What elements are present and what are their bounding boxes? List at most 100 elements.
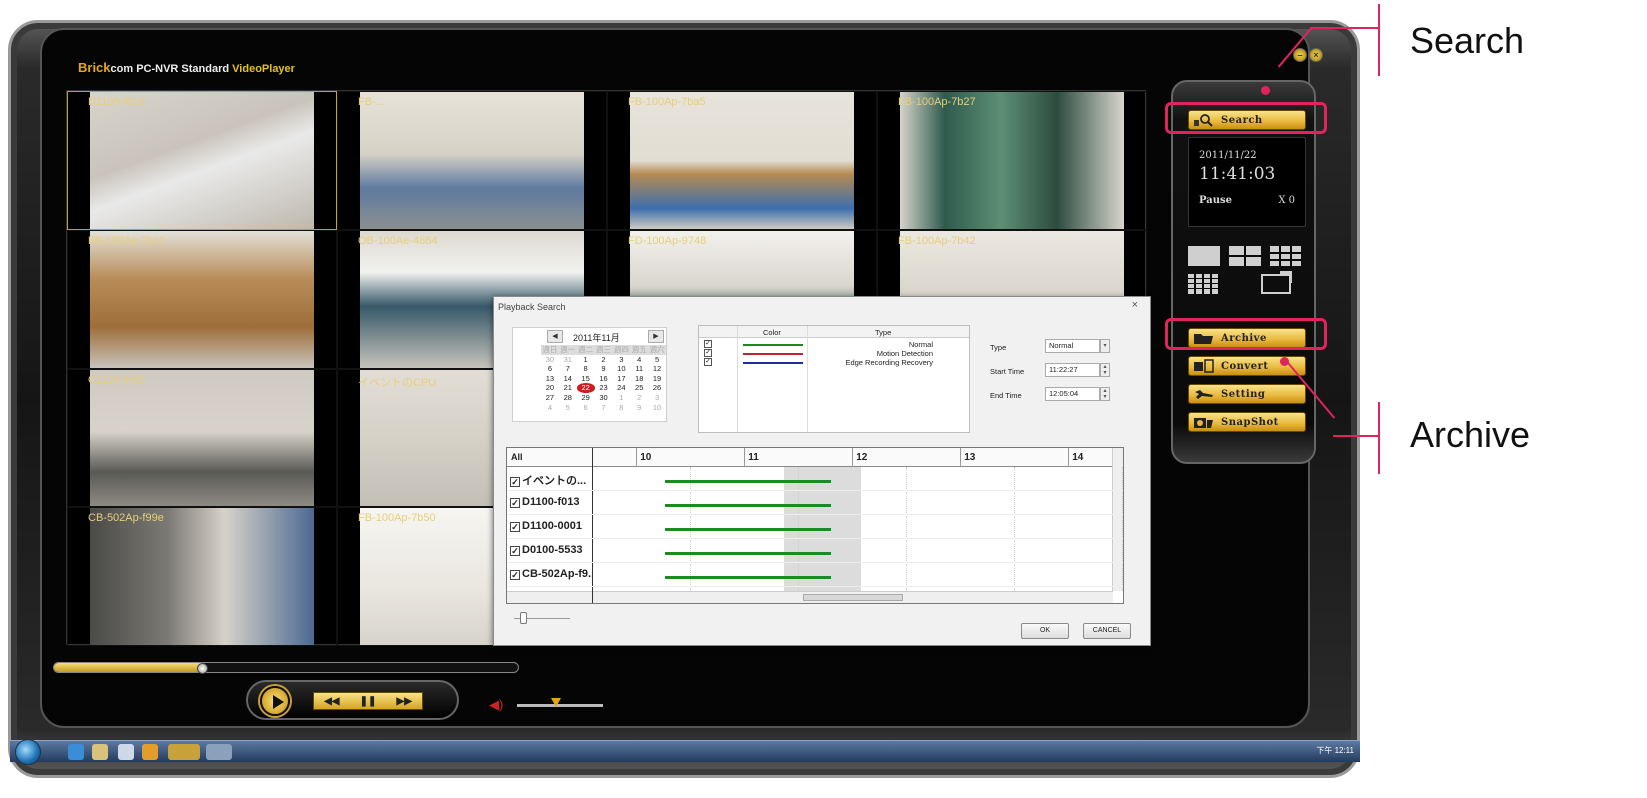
recording-segment[interactable] [665,576,831,579]
camera-tile[interactable]: FB-100Ap-7b27 [877,91,1147,230]
setting-button[interactable]: Setting [1188,384,1306,404]
timeline-camera-name[interactable]: ✓ D1100-f013 [510,496,592,508]
calendar-day[interactable]: 3 [612,355,630,365]
recording-segment[interactable] [665,504,831,507]
recording-segment[interactable] [665,528,831,531]
camera-tile[interactable]: C1100-4fd5 [67,368,337,508]
calendar-day[interactable]: 16 [595,374,613,384]
volume-mute-icon[interactable]: ◀) [489,697,503,713]
close-button[interactable]: × [1309,48,1323,62]
calendar-day[interactable]: 30 [595,393,613,403]
snapshot-button[interactable]: SnapShot [1188,412,1306,432]
fast-forward-button[interactable]: ▶▶ [397,696,412,707]
calendar-day[interactable]: 30 [541,355,559,365]
calendar-day[interactable]: 13 [541,374,559,384]
calendar-day[interactable]: 15 [577,374,595,384]
calendar-day[interactable]: 1 [577,355,595,365]
next-month-button[interactable]: ▶ [648,330,664,343]
end-time-field[interactable]: 12:05:04 [1045,387,1100,401]
explorer-icon[interactable] [92,744,108,760]
timeline-all-label[interactable]: All [511,452,523,462]
timeline-name-scrollbar[interactable] [507,591,592,603]
videoplayer-task-icon[interactable] [168,744,200,760]
start-time-spinner-icon[interactable]: ▴ ▾ [1100,363,1110,377]
minimize-button[interactable]: – [1293,48,1307,62]
calendar-day[interactable]: 14 [559,374,577,384]
calendar-day[interactable]: 10 [648,403,666,413]
playback-progress-bar[interactable] [53,662,519,673]
calendar-day[interactable]: 28 [559,393,577,403]
calendar-day[interactable]: 8 [577,364,595,374]
ok-button[interactable]: OK [1021,623,1069,639]
layout-2x2-icon[interactable] [1229,246,1261,266]
calendar-day[interactable]: 5 [648,355,666,365]
calendar-day[interactable]: 29 [577,393,595,403]
calendar-day[interactable]: 25 [630,383,648,393]
camera-tile[interactable]: D1100-f013 [67,91,337,230]
timeline-camera-name[interactable]: ✓ D0100-5533 [510,544,592,556]
prev-month-button[interactable]: ◀ [547,330,563,343]
camera-tile[interactable]: FB-100Ap-7ba5 [607,91,877,230]
calendar-day[interactable]: 5 [559,403,577,413]
calendar-day[interactable]: 9 [595,364,613,374]
calendar-day[interactable]: 23 [595,383,613,393]
timeline-camera-name[interactable]: ✓ D1100-0001 [510,520,592,532]
zoom-slider-thumb[interactable] [520,612,527,624]
calendar-day[interactable]: 26 [648,383,666,393]
calendar-day[interactable]: 6 [577,403,595,413]
calendar-day[interactable]: 3 [648,393,666,403]
camera-tile[interactable]: FB-100Ap-7bc1 [67,229,337,369]
ie-icon[interactable] [68,744,84,760]
calendar-day[interactable]: 7 [595,403,613,413]
calendar-day[interactable]: 17 [612,374,630,384]
type-checkbox[interactable]: ✓ [704,349,712,357]
calendar-day[interactable]: 20 [541,383,559,393]
camera-checkbox[interactable]: ✓ [510,546,520,556]
layout-3x3-icon[interactable] [1270,246,1302,266]
calendar-day[interactable]: 24 [612,383,630,393]
calendar-day[interactable]: 11 [630,364,648,374]
timeline-horizontal-scrollbar[interactable] [593,591,1113,603]
calendar-day[interactable]: 2 [630,393,648,403]
camera-checkbox[interactable]: ✓ [510,522,520,532]
camera-checkbox[interactable]: ✓ [510,570,520,580]
camera-checkbox[interactable]: ✓ [510,477,520,487]
calendar-day[interactable]: 7 [559,364,577,374]
play-button[interactable] [260,686,290,716]
calendar-day[interactable]: 10 [612,364,630,374]
calendar-day[interactable]: 22 [576,383,595,393]
calendar-day[interactable]: 2 [595,355,613,365]
type-checkbox[interactable]: ✓ [704,358,712,366]
camera-tile[interactable]: CB-502Ap-f99e [67,507,337,646]
camera-checkbox[interactable]: ✓ [510,498,520,508]
calendar-day[interactable]: 9 [630,403,648,413]
calendar-day[interactable]: 4 [541,403,559,413]
app-icon[interactable] [206,744,232,760]
end-time-spinner-icon[interactable]: ▴ ▾ [1100,387,1110,401]
app-icon[interactable] [118,744,134,760]
pause-button[interactable]: ❚❚ [360,696,377,707]
calendar-day[interactable]: 1 [612,393,630,403]
zoom-slider[interactable] [514,612,570,624]
fullscreen-icon[interactable] [1261,271,1292,294]
cancel-button[interactable]: CANCEL [1083,623,1131,639]
layout-4x4-icon[interactable] [1188,274,1220,294]
timeline-camera-name[interactable]: ✓ イベントの... [510,472,592,488]
timeline-scroll-thumb[interactable] [803,594,903,601]
volume-handle[interactable] [550,698,561,707]
calendar-day[interactable]: 8 [612,403,630,413]
type-checkbox[interactable]: ✓ [704,340,712,348]
start-time-field[interactable]: 11:22:27 [1045,363,1100,377]
calendar-day[interactable]: 18 [630,374,648,384]
type-select[interactable]: Normal [1045,339,1100,353]
calendar-day[interactable]: 31 [559,355,577,365]
calendar-day[interactable]: 12 [648,364,666,374]
calendar-day[interactable]: 19 [648,374,666,384]
start-button[interactable] [15,739,41,765]
recording-segment[interactable] [665,552,831,555]
recording-segment[interactable] [665,480,831,483]
camera-tile[interactable]: FB-... [337,91,607,230]
calendar-day[interactable]: 21 [559,383,577,393]
rewind-button[interactable]: ◀◀ [324,696,339,707]
dialog-close-button[interactable]: × [1132,299,1138,311]
